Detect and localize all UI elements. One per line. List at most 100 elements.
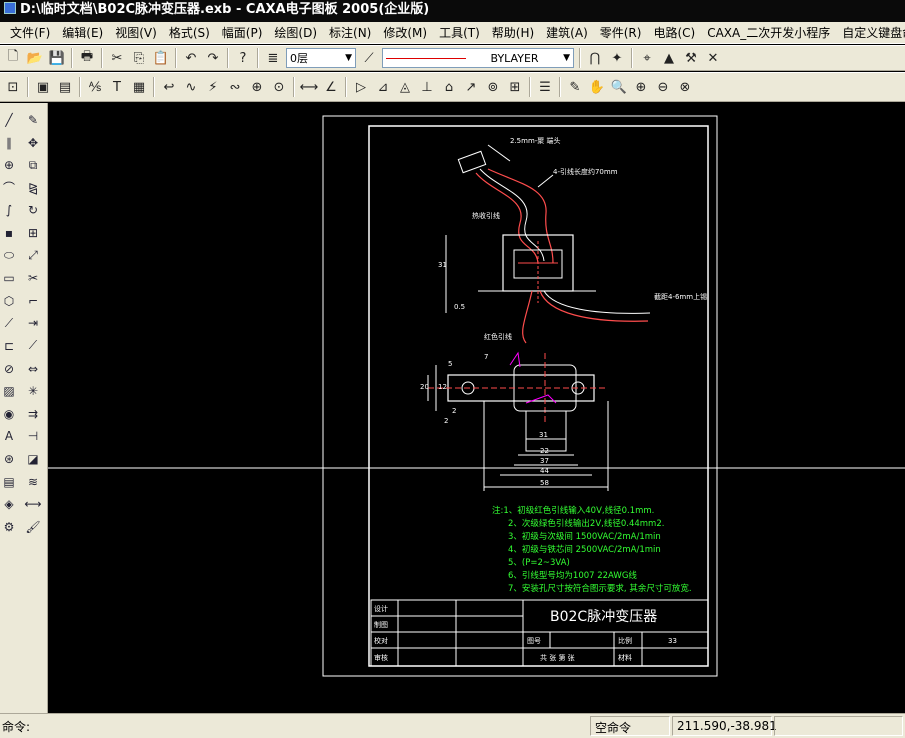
line-width-icon[interactable]: ☰ <box>535 77 555 97</box>
menu-parts[interactable]: 零件(R) <box>594 23 648 43</box>
chart-tool-icon[interactable]: ▤ <box>0 473 18 491</box>
menu-view[interactable]: 视图(V) <box>109 23 163 43</box>
break-tool-icon[interactable]: ⟋ <box>24 337 42 355</box>
cut-icon[interactable]: ✂ <box>107 48 127 68</box>
save-icon[interactable]: 💾 <box>47 48 67 68</box>
mirror-tool-icon[interactable]: ⧎ <box>24 179 42 197</box>
wave-tool-icon[interactable]: ≋ <box>24 473 42 491</box>
match-tool-icon[interactable]: ◪ <box>24 450 42 468</box>
pan-icon[interactable]: ✋ <box>587 77 607 97</box>
circle-tool-icon[interactable]: ⊕ <box>0 156 18 174</box>
block-tool-icon[interactable]: ⊛ <box>0 450 18 468</box>
fill-tool-icon[interactable]: ◉ <box>0 405 18 423</box>
equidistant-tool-icon[interactable]: ⊏ <box>0 337 18 355</box>
point-tool-icon[interactable]: ▪ <box>0 224 18 242</box>
array-tool-icon[interactable]: ⊞ <box>24 224 42 242</box>
arc-tool-icon[interactable]: ⌒ <box>0 179 18 197</box>
pencil-icon[interactable]: ✎ <box>565 77 585 97</box>
tool-icon[interactable]: ▲ <box>659 48 679 68</box>
help-icon[interactable]: ? <box>233 48 253 68</box>
menu-circuit[interactable]: 电路(C) <box>647 23 701 43</box>
curve-icon[interactable]: ∾ <box>225 77 245 97</box>
menu-modify[interactable]: 修改(M) <box>377 23 433 43</box>
text-tool-icon[interactable]: A <box>0 427 18 445</box>
explode-tool-icon[interactable]: ✳ <box>24 382 42 400</box>
properties-icon[interactable]: ✦ <box>607 48 627 68</box>
linetype-icon[interactable]: ⟋ <box>359 48 379 68</box>
frame-icon[interactable]: ▤ <box>55 77 75 97</box>
layer-select[interactable]: 0层 ▼ <box>286 48 356 68</box>
erase-tool-icon[interactable]: ✎ <box>24 111 42 129</box>
table-icon[interactable]: ⊞ <box>505 77 525 97</box>
tolerance-icon[interactable]: ⊿ <box>373 77 393 97</box>
surface-icon[interactable]: ◬ <box>395 77 415 97</box>
menu-draw[interactable]: 绘图(D) <box>268 23 323 43</box>
wrench-icon[interactable]: ⚒ <box>681 48 701 68</box>
drawing-canvas[interactable]: 31 0.5 2.5mm-聚 端头 4-引线长度约70mm 热收引线 截距4-6… <box>48 103 905 713</box>
menu-format[interactable]: 格式(S) <box>163 23 216 43</box>
paste-icon[interactable]: 📋 <box>151 48 171 68</box>
hatch-tool-icon[interactable]: ▨ <box>0 382 18 400</box>
text-style-icon[interactable]: T <box>107 77 127 97</box>
drop-tool-icon[interactable]: ◈ <box>0 495 18 513</box>
menu-tools[interactable]: 工具(T) <box>433 23 486 43</box>
layer-icon[interactable]: ≣ <box>263 48 283 68</box>
wave-icon[interactable]: ∿ <box>181 77 201 97</box>
settings-icon[interactable]: ✕ <box>703 48 723 68</box>
measure-icon[interactable]: ⌖ <box>637 48 657 68</box>
brush-tool-icon[interactable]: 🖌 <box>24 518 42 536</box>
redraw-icon[interactable]: ⊡ <box>3 77 23 97</box>
fillet-tool-icon[interactable]: ⌐ <box>24 292 42 310</box>
zoom-all-icon[interactable]: ⊗ <box>675 77 695 97</box>
rectangle-tool-icon[interactable]: ▭ <box>0 269 18 287</box>
section-tool-icon[interactable]: ⊘ <box>0 360 18 378</box>
menu-custom-keys[interactable]: 自定义键盘命令 <box>836 23 905 43</box>
dimension-tool-icon[interactable]: ⟷ <box>24 495 42 513</box>
angle-dim-icon[interactable]: ∠ <box>321 77 341 97</box>
sheet-icon[interactable]: ▣ <box>33 77 53 97</box>
arrow-icon[interactable]: ▷ <box>351 77 371 97</box>
extend-tool-icon[interactable]: ⇥ <box>24 314 42 332</box>
linetype-select[interactable]: BYLAYER ▼ <box>382 48 574 68</box>
zoom-out-icon[interactable]: ⊖ <box>653 77 673 97</box>
undo-icon[interactable]: ↶ <box>181 48 201 68</box>
hatch-icon[interactable]: ▦ <box>129 77 149 97</box>
ellipse-tool-icon[interactable]: ⬭ <box>0 247 18 265</box>
snap-icon[interactable]: ⋂ <box>585 48 605 68</box>
gear-tool-icon[interactable]: ⚙ <box>0 518 18 536</box>
linear-dim-icon[interactable]: ⟷ <box>299 77 319 97</box>
parallel-line-icon[interactable]: ∥ <box>0 134 18 152</box>
weld-icon[interactable]: ⌂ <box>439 77 459 97</box>
menu-help[interactable]: 帮助(H) <box>486 23 540 43</box>
copy-tool-icon[interactable]: ⧉ <box>24 156 42 174</box>
menu-dimension[interactable]: 标注(N) <box>323 23 377 43</box>
new-file-icon[interactable]: 🗋 <box>3 48 23 68</box>
menu-sheet[interactable]: 幅面(P) <box>216 23 269 43</box>
menu-caxa-dev[interactable]: CAXA_二次开发小程序 <box>701 23 836 43</box>
open-file-icon[interactable]: 📂 <box>25 48 45 68</box>
zoom-window-icon[interactable]: 🔍 <box>609 77 629 97</box>
spline-tool-icon[interactable]: ∫ <box>0 201 18 219</box>
command-prompt[interactable]: 命令: <box>2 718 30 735</box>
align-tool-icon[interactable]: ⊣ <box>24 427 42 445</box>
leader-icon[interactable]: ↗ <box>461 77 481 97</box>
centerline-tool-icon[interactable]: ⟋ <box>0 314 18 332</box>
print-icon[interactable]: 🖶 <box>77 48 97 68</box>
scale-tool-icon[interactable]: ⤢ <box>24 247 42 265</box>
node-icon[interactable]: ⊕ <box>247 77 267 97</box>
redo-icon[interactable]: ↷ <box>203 48 223 68</box>
copy-icon[interactable]: ⎘ <box>129 48 149 68</box>
offset-tool-icon[interactable]: ⇉ <box>24 405 42 423</box>
dimension-style-icon[interactable]: ⅍ <box>85 77 105 97</box>
move-tool-icon[interactable]: ✥ <box>24 134 42 152</box>
polyline-icon[interactable]: ↩ <box>159 77 179 97</box>
trim-tool-icon[interactable]: ✂ <box>24 269 42 287</box>
break-icon[interactable]: ⚡ <box>203 77 223 97</box>
menu-file[interactable]: 文件(F) <box>4 23 56 43</box>
datum-icon[interactable]: ⊥ <box>417 77 437 97</box>
balloon-icon[interactable]: ⊚ <box>483 77 503 97</box>
rotate-tool-icon[interactable]: ↻ <box>24 201 42 219</box>
menu-architecture[interactable]: 建筑(A) <box>540 23 594 43</box>
line-tool-icon[interactable]: ╱ <box>0 111 18 129</box>
menu-edit[interactable]: 编辑(E) <box>56 23 109 43</box>
